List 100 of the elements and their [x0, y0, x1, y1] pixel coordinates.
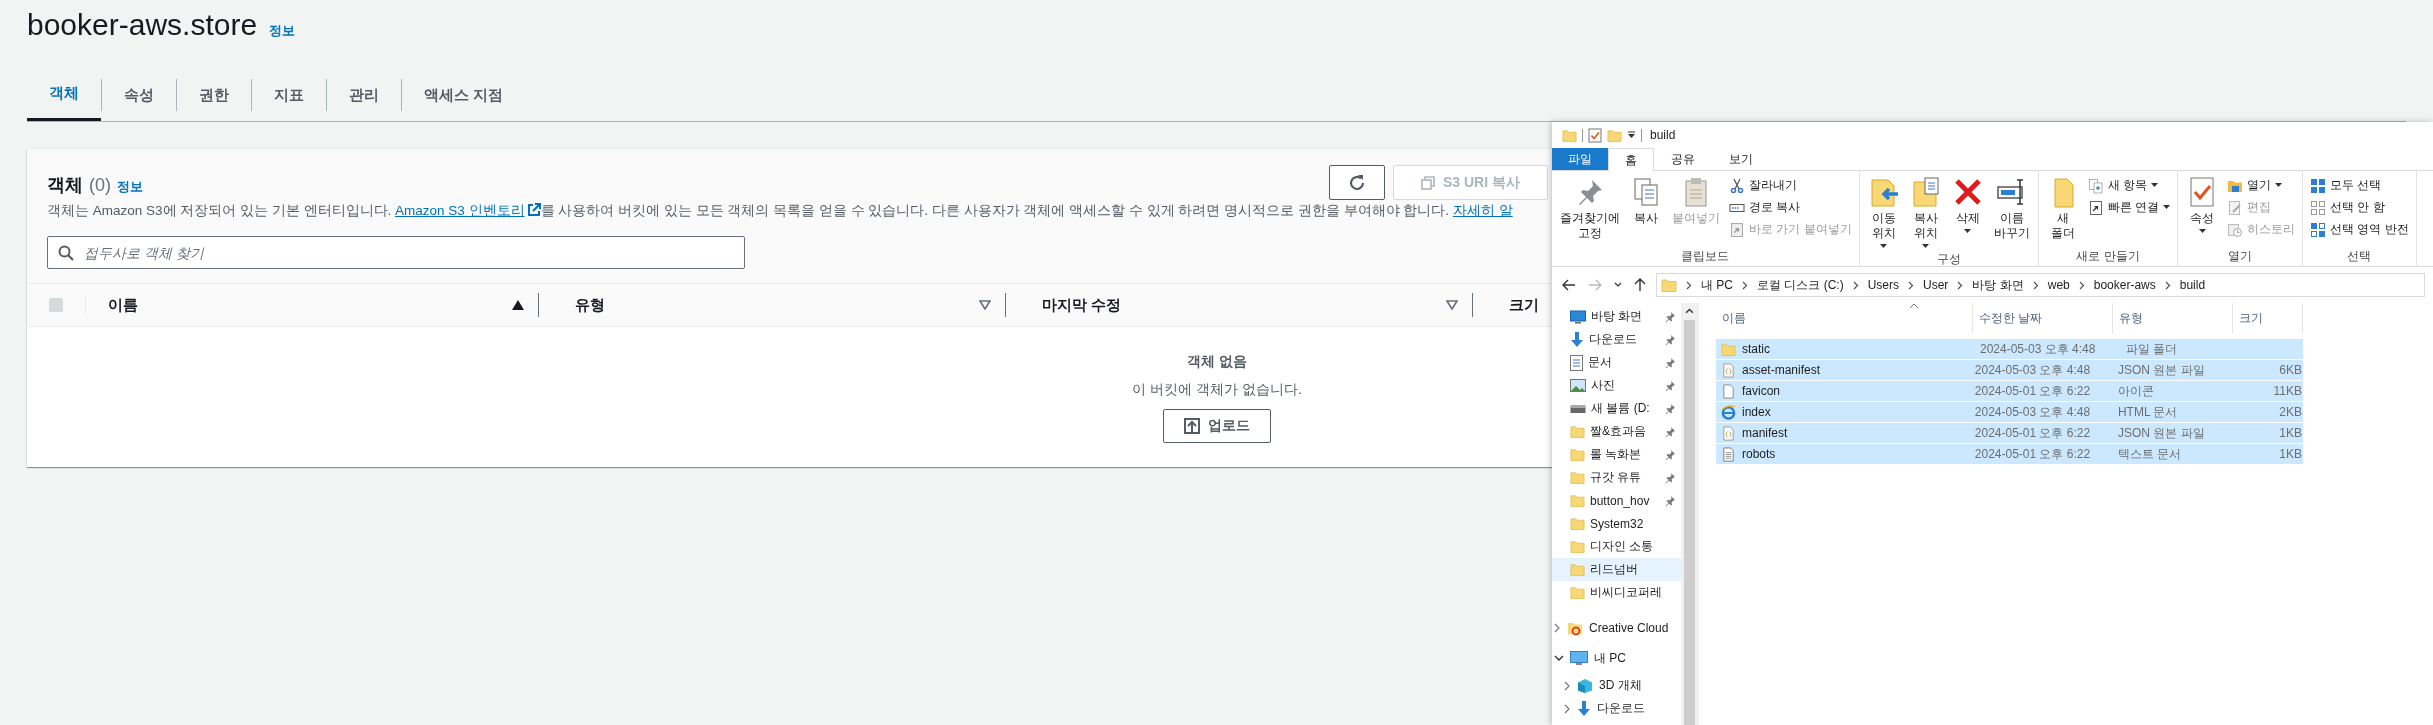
sort-icon[interactable] [979, 300, 991, 310]
nav-item[interactable]: 리드넘버 [1552, 558, 1681, 581]
sort-ascending-icon[interactable] [512, 300, 524, 310]
folder-icon [1562, 127, 1577, 143]
file-row[interactable]: manifest 2024-05-01 오후 6:22 JSON 원본 파일 1KB [1716, 423, 2303, 443]
ribbon-button[interactable]: 빠른 연결 [2084, 198, 2173, 217]
ribbon-button[interactable]: 복사 [1626, 174, 1666, 248]
ribbon-button[interactable]: 모두 선택 [2307, 176, 2412, 195]
nav-item[interactable]: button_hov [1552, 489, 1681, 512]
file-row[interactable]: favicon 2024-05-01 오후 6:22 아이콘 11KB [1716, 381, 2303, 401]
info-link[interactable]: 정보 [117, 178, 143, 196]
ribbon-tab[interactable]: 보기 [1712, 148, 1770, 170]
nav-item[interactable]: 규갓 유튜 [1552, 466, 1681, 489]
ribbon-button[interactable]: 즐겨찾기에 고정 [1556, 174, 1624, 248]
nav-item[interactable]: 3D 개체 [1552, 674, 1681, 697]
column-header[interactable]: 마지막 수정 [1042, 295, 1446, 315]
refresh-button[interactable] [1329, 165, 1385, 200]
ribbon-button[interactable]: 선택 영역 반전 [2307, 220, 2412, 239]
bucket-title: booker-aws.store [27, 8, 258, 42]
select-all-checkbox[interactable] [49, 298, 63, 312]
ribbon-button[interactable]: 잘라내기 [1726, 176, 1855, 195]
folder-icon [1721, 341, 1736, 357]
nav-item[interactable]: 비씨디코퍼레 [1552, 581, 1681, 604]
folder-icon [1661, 277, 1677, 293]
column-header[interactable]: 유형 [575, 295, 979, 315]
ribbon-group-label: 선택 [2346, 248, 2373, 265]
folder-icon [1570, 585, 1585, 600]
chevron-down-icon[interactable] [1554, 655, 1564, 662]
breadcrumb[interactable]: 바탕 화면 [1972, 276, 2024, 294]
nav-item[interactable]: 디자인 소통 [1552, 535, 1681, 558]
tab[interactable]: 액세스 지점 [402, 69, 526, 121]
file-size: 1KB [2278, 447, 2302, 461]
nav-item[interactable]: 바탕 화면 [1552, 305, 1681, 328]
up-icon [1634, 278, 1646, 292]
breadcrumb[interactable]: 내 PC [1701, 276, 1733, 294]
scrollbar[interactable] [1681, 303, 1698, 725]
search-field[interactable]: 접두사로 객체 찾기 [47, 236, 745, 269]
tab[interactable]: 속성 [102, 69, 176, 121]
column-header[interactable]: 크기 [2233, 303, 2303, 333]
chevron-right-icon[interactable] [1564, 703, 1571, 714]
nav-item[interactable]: 다운로드 [1552, 328, 1681, 351]
column-header[interactable]: 이름 [1716, 303, 1973, 333]
file-row[interactable]: robots 2024-05-01 오후 6:22 텍스트 문서 1KB [1716, 444, 2303, 464]
tab[interactable]: 지표 [252, 69, 326, 121]
ribbon-button[interactable]: 삭제 [1947, 174, 1988, 251]
breadcrumb[interactable]: booker-aws [2093, 278, 2156, 292]
ribbon-button[interactable]: 복사 위치 [1905, 174, 1946, 251]
breadcrumb[interactable]: User [1923, 278, 1949, 292]
back-button[interactable] [1560, 279, 1578, 291]
tab[interactable]: 권한 [177, 69, 251, 121]
file-row[interactable]: index 2024-05-03 오후 4:48 HTML 문서 2KB [1716, 402, 2303, 422]
chevron-down-icon [1614, 282, 1622, 288]
upload-icon [1184, 418, 1200, 434]
dropdown-icon[interactable] [1627, 131, 1636, 139]
column-header[interactable]: 크기 [1509, 295, 1539, 315]
ribbon-button[interactable]: 열기 [2224, 176, 2298, 195]
ribbon-button[interactable]: 선택 안 함 [2307, 198, 2412, 217]
ribbon-button[interactable]: 새 항목 [2084, 176, 2173, 195]
file-row[interactable]: static 2024-05-03 오후 4:48 파일 폴더 [1716, 339, 2303, 359]
properties-icon[interactable] [1588, 127, 1602, 143]
ribbon-tab[interactable]: 파일 [1552, 148, 1608, 170]
breadcrumb[interactable]: build [2179, 278, 2206, 292]
modified-date: 2024-05-01 오후 6:22 [1973, 424, 2092, 442]
breadcrumb[interactable]: Users [1867, 278, 1900, 292]
ribbon-button[interactable]: 속성 [2182, 174, 2222, 248]
nav-item[interactable]: System32 [1552, 512, 1681, 535]
ribbon-tab[interactable]: 공유 [1654, 148, 1712, 170]
ribbon-button[interactable]: 경로 복사 [1726, 198, 1855, 217]
recent-locations-button[interactable] [1612, 282, 1624, 288]
up-button[interactable] [1632, 278, 1648, 292]
address-bar[interactable]: 내 PC 로컬 디스크 (C:) Users User 바탕 화면 web booker-aws build [1656, 273, 2425, 297]
learn-more-link[interactable]: 자세히 알 [1452, 203, 1513, 218]
nav-item[interactable]: 롤 녹화본 [1552, 443, 1681, 466]
nav-item[interactable]: 새 볼륨 (D: [1552, 397, 1681, 420]
ribbon-tab[interactable]: 홈 [1608, 148, 1654, 171]
ribbon-group-label: 새로 만들기 [2075, 248, 2141, 265]
sort-ascending-icon [1909, 303, 1919, 309]
info-link[interactable]: 정보 [269, 22, 296, 40]
column-header[interactable]: 수정한 날짜 [1973, 303, 2113, 333]
breadcrumb[interactable]: web [2047, 278, 2070, 292]
nav-item[interactable]: 내 PC [1552, 643, 1681, 674]
chevron-right-icon[interactable] [1554, 622, 1561, 633]
breadcrumb[interactable]: 로컬 디스크 (C:) [1757, 276, 1844, 294]
nav-item[interactable]: 다운로드 [1552, 697, 1681, 720]
column-header[interactable]: 유형 [2113, 303, 2233, 333]
nav-item[interactable]: Creative Cloud [1552, 612, 1681, 643]
tab[interactable]: 관리 [327, 69, 401, 121]
chevron-right-icon[interactable] [1564, 680, 1571, 691]
ribbon-button[interactable]: 이름 바꾸기 [1989, 174, 2034, 251]
inventory-link[interactable]: Amazon S3 인벤토리 [395, 203, 541, 218]
nav-item[interactable]: 짤&효과음 [1552, 420, 1681, 443]
column-header[interactable]: 이름 [108, 295, 512, 315]
file-row[interactable]: asset-manifest 2024-05-03 오후 4:48 JSON 원본 파일 6KB [1716, 360, 2303, 380]
sort-icon[interactable] [1446, 300, 1458, 310]
ribbon-button[interactable]: 이동 위치 [1863, 174, 1904, 251]
cube-icon [1577, 677, 1593, 694]
nav-item[interactable]: 사진 [1552, 374, 1681, 397]
ribbon-button[interactable]: 새 폴더 [2042, 174, 2083, 248]
nav-item[interactable]: 문서 [1552, 351, 1681, 374]
upload-button[interactable]: 업로드 [1163, 409, 1271, 443]
